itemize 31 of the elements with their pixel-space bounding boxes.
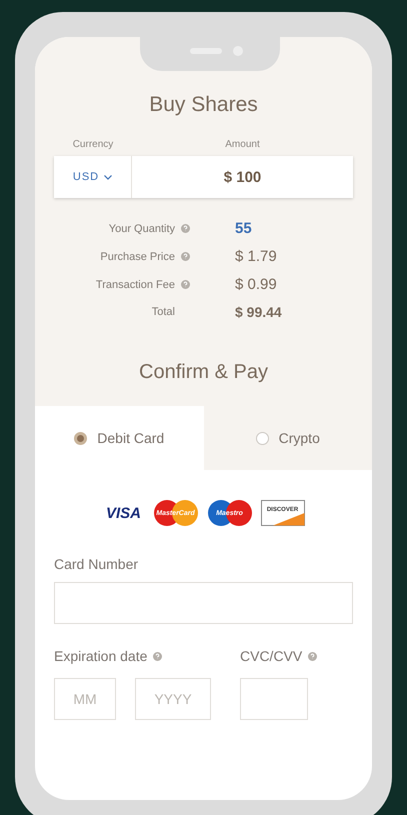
summary-label: Your Quantity [108,222,175,234]
card-number-field[interactable] [54,582,353,624]
summary-value: 55 [235,220,252,237]
field-label: Amount [224,139,261,150]
field-label: Currency [72,139,114,150]
chevron-down-icon [104,174,112,180]
summary-value: $ 1.79 [235,248,277,265]
month-field[interactable]: MM [54,678,116,720]
summary-label: Total [152,306,175,318]
amount-value: $ 100 [224,168,262,186]
field-label: CVC/CVV [240,648,302,664]
year-field[interactable]: YYYY [135,678,211,720]
payment-tab[interactable]: Debit Card [35,406,204,470]
page-title: Buy Shares [148,93,259,117]
help-icon[interactable] [181,252,190,261]
radio-button-icon [74,432,88,444]
cvc-field[interactable] [240,678,308,720]
help-icon[interactable] [153,652,162,660]
field-label: Expiration date [54,648,148,664]
summary-value: $ 0.99 [235,276,277,293]
summary-label: Transaction Fee [96,278,175,290]
help-icon[interactable] [181,224,190,233]
summary-label: Purchase Price [100,250,175,262]
help-icon[interactable] [308,652,318,660]
radio-button-icon [256,432,269,444]
summary-value: $ 99.44 [235,304,282,320]
field-label: Card Number [54,556,138,572]
card-logo: VISA [104,504,142,524]
section-title: Confirm & Pay [138,361,269,384]
currency-dropdown[interactable]: USD [54,156,132,198]
help-icon[interactable] [181,280,190,289]
